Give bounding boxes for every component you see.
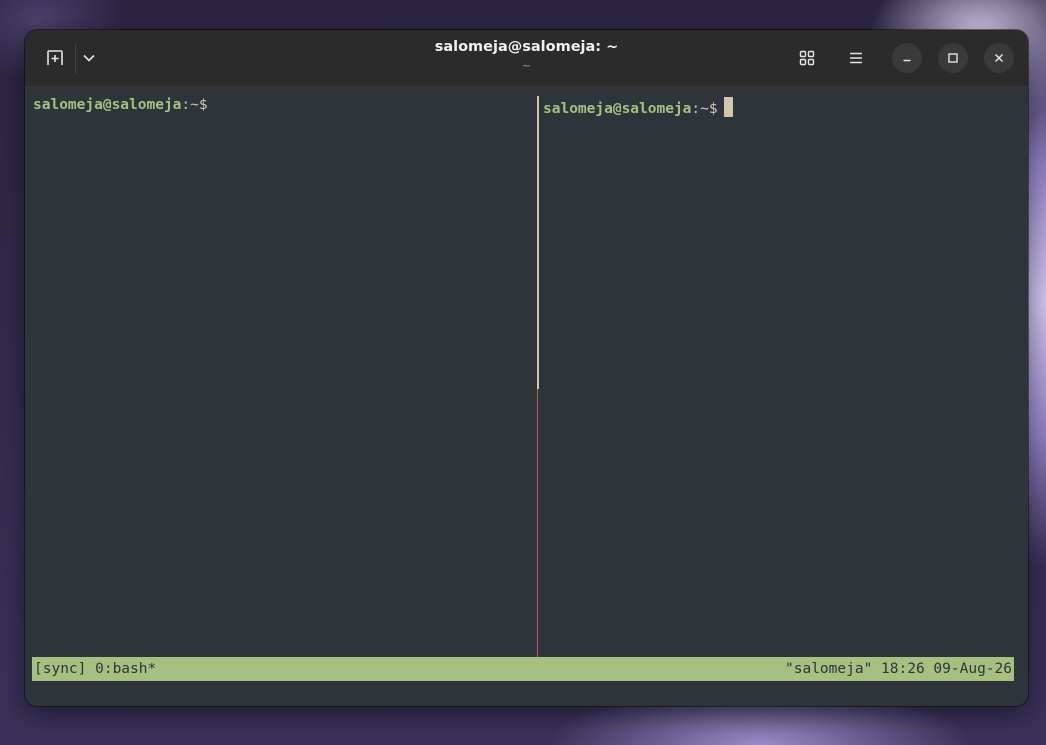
view-tabs-button[interactable] — [792, 43, 822, 73]
prompt-symbol: $ — [708, 101, 718, 117]
prompt-user-host: salomeja@salomeja — [543, 101, 692, 117]
maximize-icon — [948, 53, 958, 63]
tmux-status-bar: [sync] 0:bash* "salomeja" 18:26 09-Aug-2… — [32, 657, 1014, 681]
minimize-icon — [903, 59, 911, 62]
window-title: salomeja@salomeja: ~ — [434, 39, 619, 55]
prompt-user-host: salomeja@salomeja — [33, 97, 182, 113]
prompt-symbol: $ — [198, 97, 208, 113]
text-cursor — [723, 97, 733, 117]
maximize-button[interactable] — [938, 43, 968, 73]
status-host-time-date: "salomeja" 18:26 09-Aug-26 — [785, 661, 1012, 677]
prompt-path: ~ — [190, 97, 199, 113]
title-bar[interactable]: salomeja@salomeja: ~ ~ — [25, 30, 1028, 86]
pane-divider[interactable] — [537, 96, 539, 389]
close-button[interactable] — [984, 43, 1014, 73]
terminal-window: salomeja@salomeja: ~ ~ salomeja@salomeja… — [25, 30, 1028, 706]
status-session-windows: [sync] 0:bash* — [34, 661, 157, 677]
prompt-path: ~ — [700, 101, 709, 117]
close-icon — [994, 53, 1004, 63]
hamburger-menu-icon — [850, 52, 862, 64]
terminal-area[interactable]: salomeja@salomeja:~$ salomeja@salomeja:~… — [25, 86, 1028, 706]
window-subtitle: ~ — [521, 59, 532, 72]
prompt-colon: : — [181, 97, 191, 113]
grid-icon — [799, 50, 815, 66]
pane-divider-active[interactable] — [537, 389, 538, 659]
left-pane-prompt[interactable]: salomeja@salomeja:~$ — [33, 97, 208, 113]
main-menu-button[interactable] — [841, 43, 871, 73]
right-pane-prompt[interactable]: salomeja@salomeja:~$ — [543, 97, 733, 117]
minimize-button[interactable] — [892, 43, 922, 73]
prompt-colon: : — [691, 101, 701, 117]
